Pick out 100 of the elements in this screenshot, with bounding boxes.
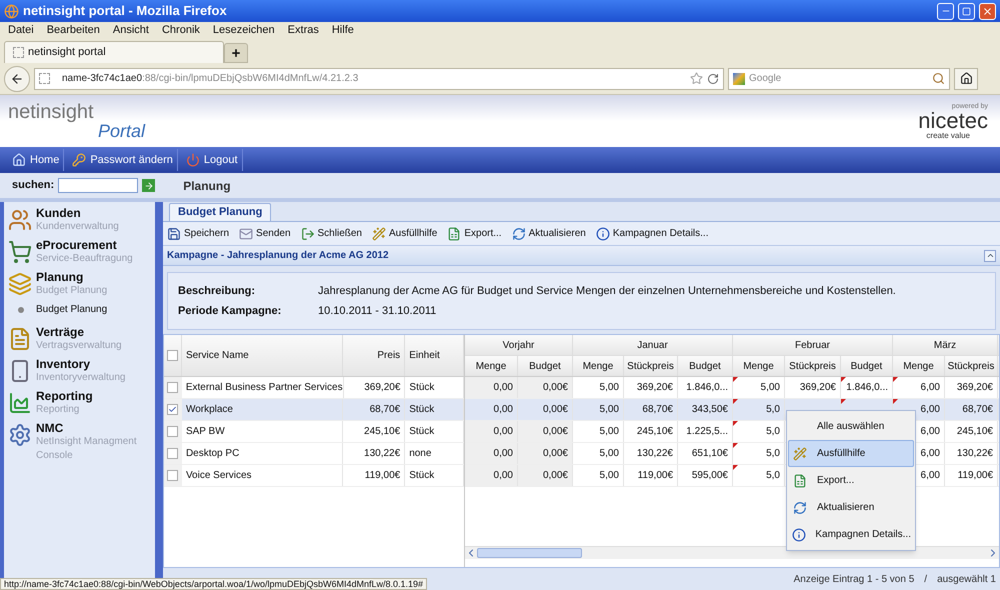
reload-icon[interactable] [707, 72, 719, 84]
table-cell-text: 5,00 [600, 425, 619, 439]
menu-item[interactable]: Chronik [162, 22, 200, 39]
checkbox[interactable] [166, 350, 178, 361]
table-cell-text: 5,00 [600, 469, 619, 483]
horizontal-scrollbar[interactable] [465, 546, 999, 559]
column-header[interactable]: Stückpreis [785, 356, 841, 376]
table-cell: Voice Services [182, 465, 344, 486]
menu-item[interactable]: Extras [288, 22, 319, 39]
sidebar-item[interactable]: NMC [36, 421, 151, 435]
close-icon [982, 6, 993, 16]
nav-button[interactable]: Passwort ändern [68, 149, 178, 171]
table-cell: none [405, 443, 464, 464]
table-cell: Stück [405, 377, 464, 398]
sidebar-item[interactable]: Inventory [36, 357, 126, 371]
breadcrumb: Planung [183, 178, 231, 194]
home-icon [12, 153, 26, 167]
sidebar-item[interactable]: Planung [36, 270, 108, 284]
column-header[interactable]: Stückpreis [624, 356, 678, 376]
column-header[interactable]: Budget [841, 356, 893, 376]
toolbar-button[interactable]: Senden [239, 226, 291, 241]
menu-item[interactable]: Ansicht [112, 22, 149, 39]
field-value: Jahresplanung der Acme AG für Budget und Service Mengen der einzelnen Unternehmensbereiche und Kostenstellen. [318, 284, 896, 298]
save-icon [167, 226, 181, 240]
bookmark-star-icon[interactable] [690, 72, 703, 85]
column-header[interactable]: Menge [465, 356, 518, 376]
column-header[interactable]: Menge [733, 356, 785, 376]
table-cell-text: 5,0 [766, 447, 780, 461]
menu-item[interactable]: Lesezeichen [212, 22, 275, 39]
sidebar-subtitle: Vertragsverwaltung [36, 339, 122, 353]
checkbox[interactable] [167, 426, 178, 437]
column-header[interactable]: Budget [518, 356, 573, 376]
sidebar-item[interactable]: eProcurement [36, 238, 133, 252]
arrow-right-icon [144, 180, 154, 190]
web-search-field[interactable]: Google [749, 71, 928, 86]
table-cell-text: 5,00 [600, 381, 619, 395]
table-row[interactable]: Desktop PC 130,22€ none [164, 443, 464, 465]
table-cell-text: 0,00€ [542, 425, 568, 439]
nav-button[interactable]: Home [8, 149, 64, 171]
toolbar-button[interactable]: Aktualisieren [512, 226, 586, 241]
table-cell-text: 0,00 [494, 469, 513, 483]
column-header[interactable]: Budget [678, 356, 733, 376]
column-header[interactable]: Menge [573, 356, 624, 376]
toolbar-button[interactable]: Kampagnen Details... [596, 226, 708, 241]
paging-info: Anzeige Eintrag 1 - 5 von 5 [794, 572, 914, 586]
home-button[interactable] [954, 68, 978, 90]
back-arrow-icon [10, 72, 24, 86]
collapse-button[interactable] [984, 250, 996, 262]
sidebar-item[interactable]: Verträge [36, 325, 122, 339]
field-label: Periode Kampagne: [178, 304, 282, 319]
checkbox[interactable] [167, 470, 178, 481]
toolbar-button[interactable]: Schließen [300, 226, 362, 241]
nav-button[interactable]: Logout [182, 149, 243, 171]
page-icon [39, 73, 50, 84]
table-row[interactable]: SAP BW 245,10€ Stück [164, 421, 464, 443]
column-header[interactable]: Stückpreis [945, 356, 998, 376]
power-icon [186, 153, 200, 167]
checkbox[interactable] [167, 404, 178, 415]
maximize-button[interactable] [958, 2, 975, 20]
column-header[interactable]: Preis [343, 335, 406, 376]
column-header[interactable]: Einheit [405, 335, 464, 376]
toolbar-button[interactable]: Export... [447, 226, 502, 241]
sidebar-item[interactable]: Reporting [36, 389, 93, 403]
close-button[interactable] [979, 2, 996, 20]
new-tab-button[interactable]: + [224, 43, 248, 63]
table-cell: Stück [405, 465, 464, 486]
gear-icon [8, 423, 32, 447]
chart-icon [8, 391, 32, 415]
minimize-button[interactable] [937, 2, 954, 20]
context-menu-item[interactable]: Ausfüllhilfe [788, 440, 914, 467]
column-header[interactable]: Menge [893, 356, 945, 376]
maximize-icon [962, 6, 971, 16]
sidebar-subitem[interactable]: Budget Planung [36, 302, 108, 317]
table-row[interactable]: Workplace 68,70€ Stück [164, 399, 464, 421]
table-row[interactable]: External Business Partner Services 369,20€ Stück [164, 377, 464, 399]
toolbar-button[interactable]: Speichern [167, 226, 230, 241]
table-cell-text: 5,00 [760, 381, 780, 395]
menu-item[interactable]: Bearbeiten [46, 22, 100, 39]
table-row[interactable]: Voice Services 119,00€ Stück [164, 465, 464, 487]
search-icon[interactable] [932, 72, 945, 85]
checkbox[interactable] [167, 448, 178, 459]
checkbox[interactable] [167, 382, 178, 393]
back-button[interactable] [4, 66, 30, 92]
page-icon [13, 47, 24, 58]
refresh-icon [512, 226, 526, 240]
table-cell-text: 0,00 [494, 447, 513, 461]
go-button[interactable] [142, 179, 156, 192]
column-header[interactable]: Service Name [182, 335, 344, 376]
sidebar-item[interactable]: Kunden [36, 206, 119, 220]
search-engine-icon [733, 72, 745, 84]
menu-item[interactable]: Datei [8, 22, 34, 39]
document-icon [8, 327, 32, 351]
scroll-thumb[interactable] [477, 548, 582, 558]
browser-tab[interactable]: netinsight portal [4, 41, 224, 63]
menu-item[interactable]: Hilfe [332, 22, 354, 39]
toolbar-button[interactable]: Ausfüllhilfe [372, 226, 438, 241]
search-field[interactable] [58, 178, 138, 193]
address-field[interactable]: name-3fc74c1ae0:88/cgi-bin/lpmuDEbjQsbW6MI4dMnfLw/4.21.2.3 [34, 68, 724, 90]
web-search-box[interactable]: Google [728, 68, 950, 90]
panel-tab[interactable]: Budget Planung [169, 203, 272, 221]
